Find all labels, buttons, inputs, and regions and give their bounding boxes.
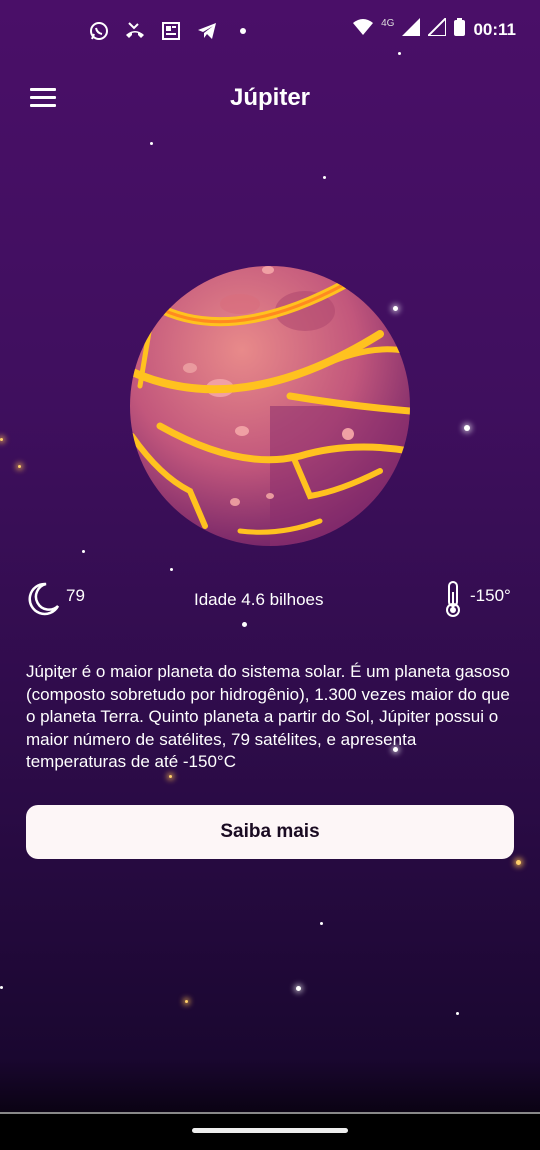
signal-icon [402,18,421,41]
moon-icon [28,582,60,616]
learn-more-button[interactable]: Saiba mais [26,805,514,859]
planet-description: Júpiter é o maior planeta do sistema sol… [26,662,510,771]
wifi-icon [353,19,374,40]
moons-count: 79 [66,586,85,605]
planet-age: Idade 4.6 bilhoes [194,590,324,609]
navigation-bar [0,1112,540,1150]
dot-icon [232,20,254,42]
news-icon [160,20,182,42]
planet-temperature: -150° [470,586,511,605]
page-title: Júpiter [229,84,310,111]
telegram-icon [196,20,218,42]
status-bar: 4G 00:11 [0,0,540,60]
phone-missed-icon [124,20,146,42]
notification-icons [88,20,254,42]
jupiter-illustration [130,266,410,546]
battery-icon [454,18,466,41]
network-type: 4G [381,18,395,29]
thermometer-icon [446,581,460,617]
whatsapp-icon [88,20,110,42]
signal-icon [426,15,448,41]
clock: 00:11 [473,19,516,39]
home-indicator[interactable] [192,1128,348,1133]
planet-stats: 79 Idade 4.6 bilhoes -150° [0,578,540,628]
